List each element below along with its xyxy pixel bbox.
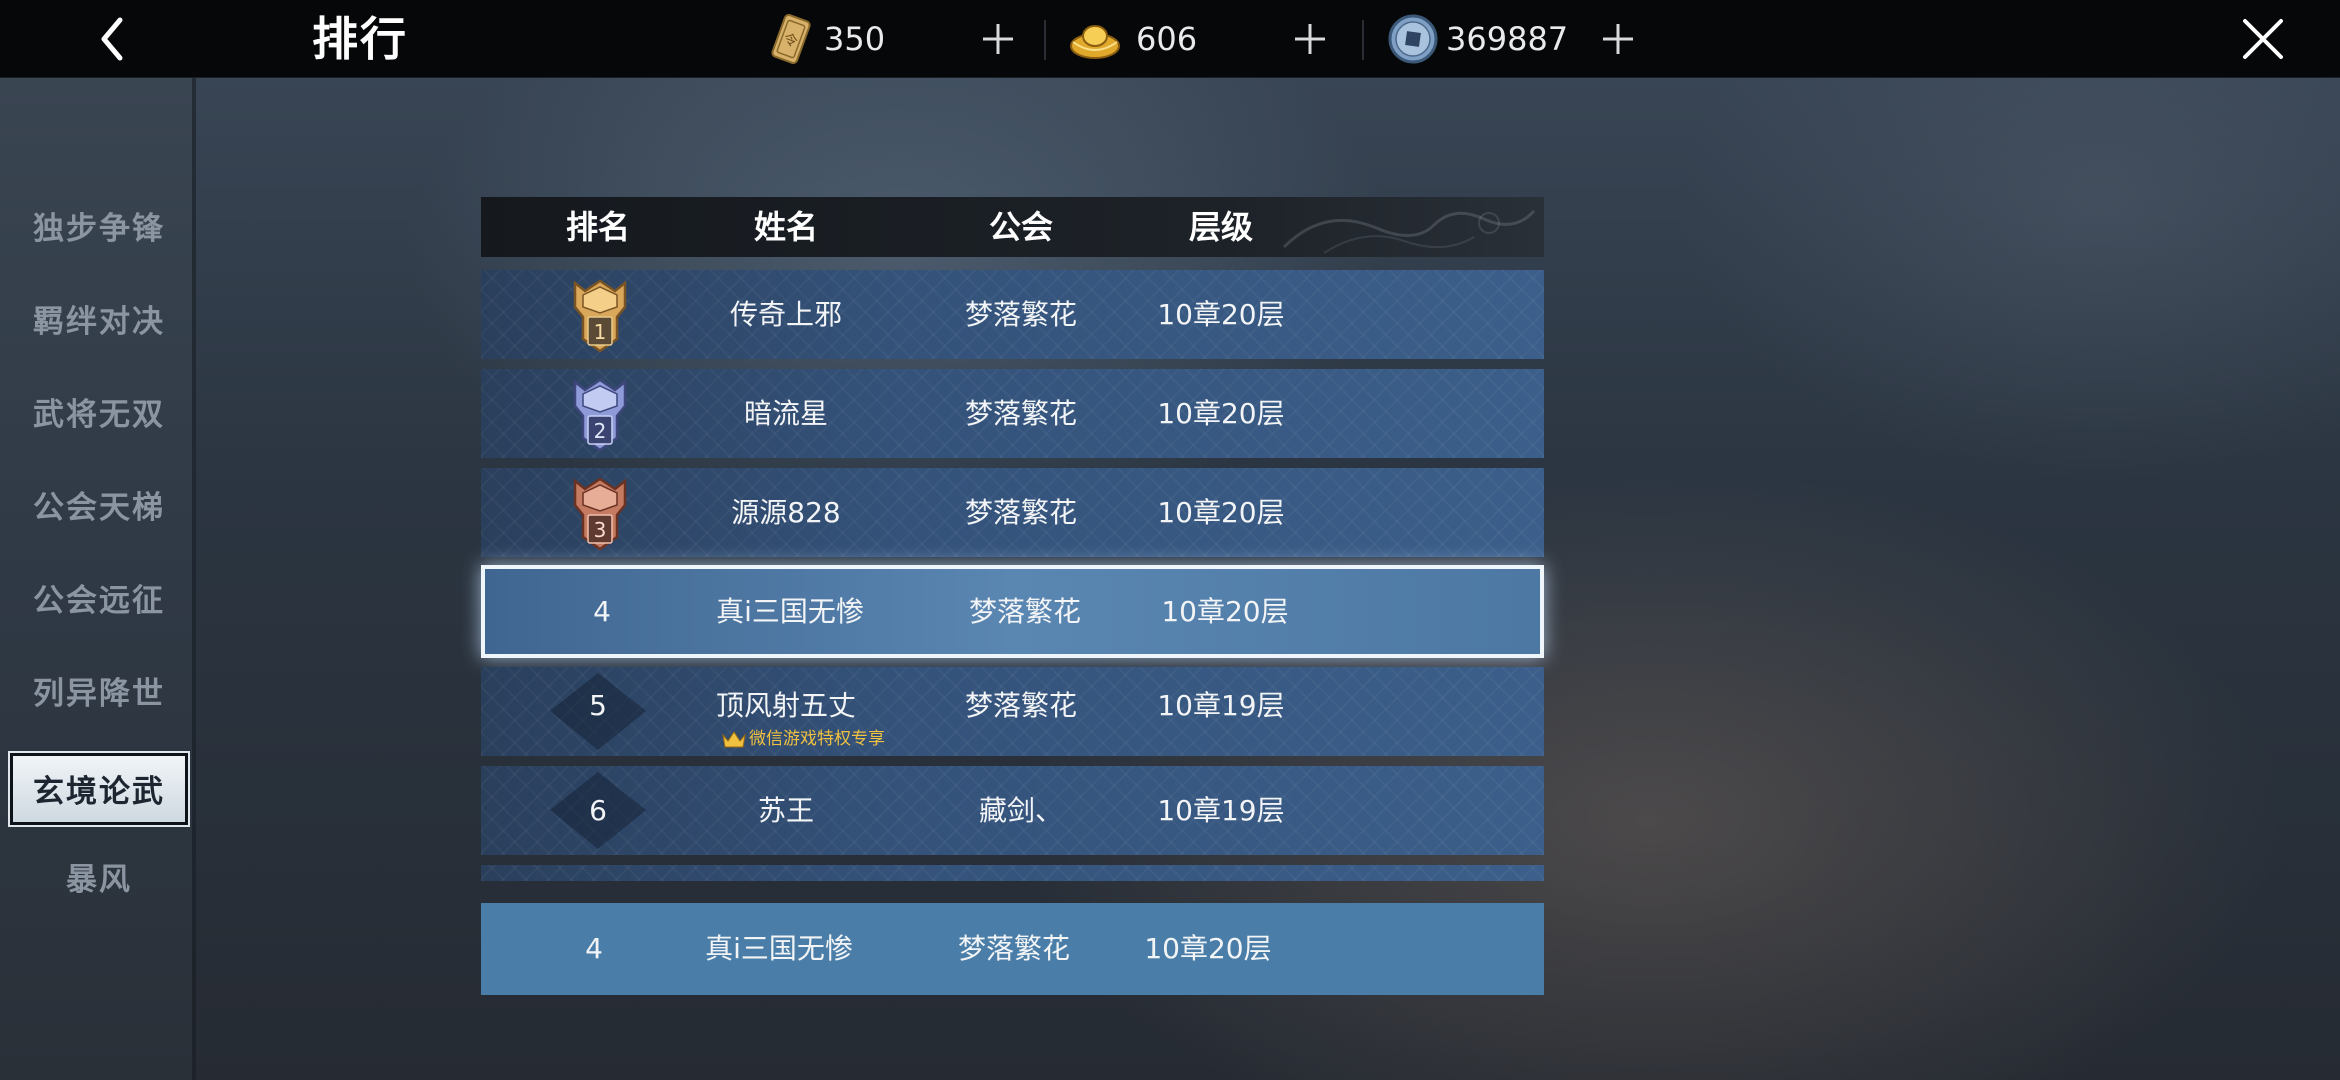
- rank-number: 6: [589, 794, 607, 827]
- gold-ingot-icon: [1070, 25, 1120, 59]
- column-header-name: 姓名: [753, 208, 818, 246]
- guild-name: 梦落繁花: [964, 496, 1077, 529]
- ranking-table-header: 排名 姓名 公会 层级: [481, 197, 1544, 257]
- bronze-medal-icon: 3: [573, 477, 627, 551]
- player-name: 苏王: [757, 794, 814, 827]
- rank-number: 1: [594, 320, 607, 344]
- plus-icon: [1295, 24, 1325, 54]
- back-button[interactable]: [88, 14, 138, 64]
- player-name: 暗流星: [743, 397, 828, 430]
- page-title: 排行: [312, 12, 408, 66]
- ranking-category-sidebar: 独步争锋 羁绊对决 武将无双 公会天梯 公会远征 列异降世 玄境论武 暴风: [0, 78, 196, 1080]
- tower-level: 10章20层: [1157, 397, 1285, 430]
- resource-coin: 369887: [1384, 0, 1644, 78]
- sidebar-item-lieyi-jiangshi[interactable]: 列异降世: [10, 658, 188, 730]
- copper-coin-icon: [1388, 14, 1438, 64]
- table-row-self-highlighted[interactable]: 4 真i三国无惨 梦落繁花 10章20层: [481, 565, 1544, 658]
- player-name: 传奇上邪: [729, 298, 842, 331]
- close-button[interactable]: [2240, 16, 2286, 62]
- top-bar: 排行 令 350 606 369887: [0, 0, 2340, 78]
- plus-icon: [1603, 24, 1633, 54]
- privilege-text: 微信游戏特权专享: [749, 729, 885, 749]
- sidebar-item-jiban-duijue[interactable]: 羁绊对决: [10, 286, 188, 358]
- player-name: 源源828: [731, 496, 841, 529]
- sidebar-item-gonghui-tianti[interactable]: 公会天梯: [10, 472, 188, 544]
- token-count: 350: [824, 20, 886, 58]
- token-card-icon: 令: [771, 14, 811, 64]
- sidebar-item-dubu-zhengfeng[interactable]: 独步争锋: [10, 193, 188, 265]
- plus-icon: [983, 24, 1013, 54]
- tower-level: 10章20层: [1161, 595, 1289, 628]
- guild-name: 梦落繁花: [968, 595, 1081, 628]
- my-rank-number: 4: [585, 932, 603, 965]
- my-tower-level: 10章20层: [1144, 932, 1272, 965]
- close-icon: [2243, 19, 2283, 59]
- rank-number: 4: [593, 595, 611, 628]
- player-name: 真i三国无惨: [716, 595, 864, 628]
- table-row[interactable]: 2 暗流星 梦落繁花 10章20层: [481, 369, 1544, 458]
- coin-count: 369887: [1446, 20, 1569, 58]
- divider: [1044, 20, 1046, 60]
- guild-name: 梦落繁花: [964, 689, 1077, 722]
- sidebar-item-wujiang-wushuang[interactable]: 武将无双: [10, 379, 188, 451]
- cloud-ornament-icon: [1282, 209, 1536, 254]
- add-gold-button[interactable]: [1290, 19, 1330, 59]
- column-header-guild: 公会: [988, 208, 1053, 246]
- rank-number: 2: [594, 419, 607, 443]
- silver-medal-icon: 2: [573, 378, 627, 452]
- gold-medal-icon: 1: [573, 279, 627, 353]
- my-player-name: 真i三国无惨: [705, 932, 853, 965]
- guild-name: 藏剑、: [978, 794, 1063, 827]
- sidebar-item-gonghui-yuanzheng[interactable]: 公会远征: [10, 565, 188, 637]
- my-guild-name: 梦落繁花: [957, 932, 1070, 965]
- gold-count: 606: [1136, 20, 1198, 58]
- tower-level: 10章20层: [1157, 298, 1285, 331]
- my-rank-row: 4 真i三国无惨 梦落繁花 10章20层: [481, 903, 1544, 995]
- sidebar-item-xuanjing-lunwu[interactable]: 玄境论武: [8, 751, 190, 827]
- crown-icon: [722, 731, 746, 748]
- divider: [1362, 20, 1364, 60]
- add-coin-button[interactable]: [1598, 19, 1638, 59]
- tower-level: 10章19层: [1157, 689, 1285, 722]
- tower-level: 10章19层: [1157, 794, 1285, 827]
- column-header-rank: 排名: [565, 208, 630, 246]
- table-row-partial: [481, 865, 1544, 881]
- table-row[interactable]: 3 源源828 梦落繁花 10章20层: [481, 468, 1544, 557]
- sidebar-item-baofeng[interactable]: 暴风: [10, 844, 188, 916]
- tower-level: 10章20层: [1157, 496, 1285, 529]
- chevron-left-icon: [101, 17, 123, 61]
- guild-name: 梦落繁花: [964, 298, 1077, 331]
- table-row[interactable]: 5 顶风射五丈 梦落繁花 10章19层 微信游戏特权专享: [481, 667, 1544, 756]
- guild-name: 梦落繁花: [964, 397, 1077, 430]
- table-row[interactable]: 6 苏王 藏剑、 10章19层: [481, 766, 1544, 855]
- rank-number: 3: [594, 518, 607, 542]
- table-row[interactable]: 1 传奇上邪 梦落繁花 10章20层: [481, 270, 1544, 359]
- resource-token: 令 350: [760, 0, 1020, 78]
- add-token-button[interactable]: [978, 19, 1018, 59]
- rank-number: 5: [589, 689, 607, 722]
- resource-gold: 606: [1068, 0, 1328, 78]
